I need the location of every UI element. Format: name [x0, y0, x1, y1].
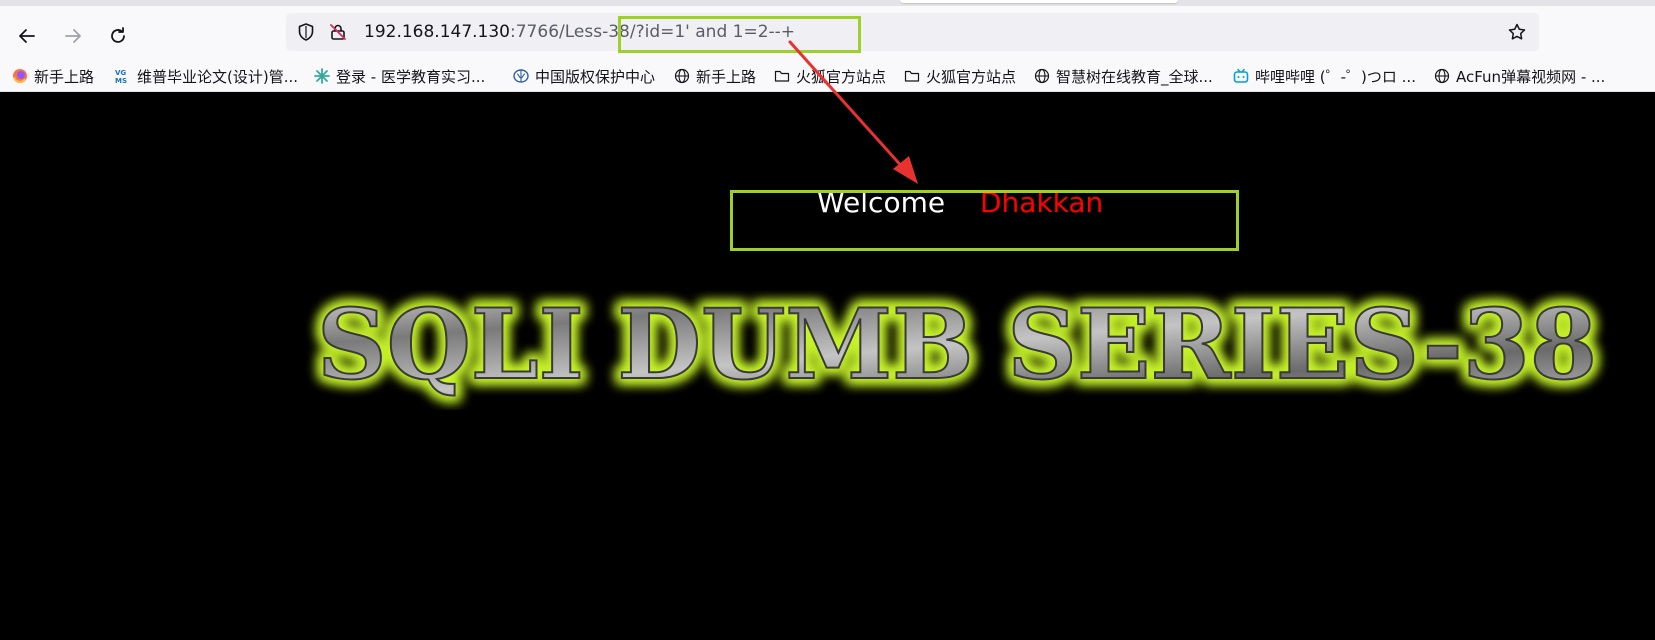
bookmark-item[interactable]: AcFun弹幕视频网 - ...: [1434, 65, 1605, 87]
url-host: 192.168.147.130: [364, 22, 511, 42]
active-tab-edge[interactable]: [900, 0, 1178, 3]
firefox-icon: [12, 68, 28, 84]
bookmark-label: 新手上路: [696, 67, 757, 86]
bookmark-label: 火狐官方站点: [926, 67, 1017, 86]
arrow-left-icon: [19, 29, 35, 43]
bookmark-item[interactable]: 哔哩哔哩 (゜-゜)つロ ...: [1233, 65, 1416, 87]
welcome-highlight-box: [730, 190, 1239, 251]
globe-icon: [1434, 68, 1450, 84]
banner-title-text: SQLI DUMB SERIES-38: [317, 290, 1597, 401]
bookmark-item[interactable]: 登录 - 医学教育实习...: [314, 65, 485, 87]
bookmark-item[interactable]: 中国版权保护中心: [513, 65, 655, 87]
svg-text:VG: VG: [115, 69, 126, 77]
bookmarks-toolbar: 新手上路 VG MS 维普毕业论文(设计)管... 登录 - 医学教育实习... …: [0, 60, 1655, 92]
vgms-icon: VG MS: [115, 68, 131, 84]
bookmark-label: 智慧树在线教育_全球...: [1056, 67, 1213, 86]
reload-icon: [111, 27, 125, 43]
brain-icon: [513, 68, 529, 84]
globe-icon: [1034, 68, 1050, 84]
bookmark-item[interactable]: 智慧树在线教育_全球...: [1034, 65, 1213, 87]
bookmark-label: 维普毕业论文(设计)管...: [137, 67, 299, 86]
svg-text:MS: MS: [115, 77, 127, 84]
bookmark-label: 中国版权保护中心: [535, 67, 656, 86]
forward-button[interactable]: [56, 19, 90, 53]
series-banner: SQLI DUMB SERIES-38 SQLI DUMB SERIES-38: [290, 283, 1625, 410]
globe-icon: [674, 68, 690, 84]
folder-icon: [904, 68, 920, 84]
back-button[interactable]: [10, 19, 44, 53]
folder-icon: [774, 68, 790, 84]
reload-button[interactable]: [101, 19, 135, 53]
banner-graphic: SQLI DUMB SERIES-38 SQLI DUMB SERIES-38: [312, 283, 1602, 406]
star-icon[interactable]: [1507, 22, 1527, 42]
bookmark-label: AcFun弹幕视频网 - ...: [1456, 67, 1606, 86]
bookmark-item[interactable]: 新手上路: [674, 65, 756, 87]
bilibili-icon: [1233, 68, 1249, 84]
bookmark-label: 火狐官方站点: [796, 67, 887, 86]
bookmark-item[interactable]: 火狐官方站点: [774, 65, 886, 87]
bookmark-item[interactable]: 新手上路: [12, 65, 94, 87]
shield-icon[interactable]: [296, 22, 316, 42]
bookmark-item[interactable]: 火狐官方站点: [904, 65, 1016, 87]
arrow-right-icon: [65, 29, 81, 43]
insecure-lock-icon[interactable]: [328, 22, 348, 42]
bookmark-label: 新手上路: [34, 67, 95, 86]
url-highlight-box: [618, 16, 861, 53]
snowflake-icon: [314, 68, 330, 84]
bookmark-label: 哔哩哔哩 (゜-゜)つロ ...: [1255, 67, 1416, 86]
bookmark-item[interactable]: VG MS 维普毕业论文(设计)管...: [115, 65, 298, 87]
address-bar[interactable]: 192.168.147.130:7766/Less-38/?id=1' and …: [286, 13, 1539, 51]
bookmark-label: 登录 - 医学教育实习...: [336, 67, 486, 86]
